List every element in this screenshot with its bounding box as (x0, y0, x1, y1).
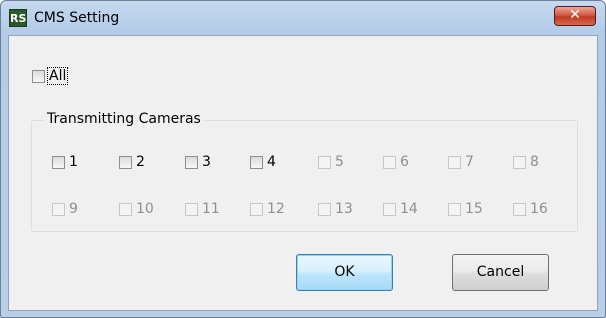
camera-9-checkbox: 9 (52, 201, 78, 217)
camera-7-checkbox: 7 (448, 154, 474, 170)
camera-label: 10 (136, 201, 154, 217)
camera-10-checkbox: 10 (119, 201, 154, 217)
camera-checkbox-box (185, 202, 198, 216)
all-checkbox-box[interactable] (32, 69, 45, 83)
camera-label: 13 (335, 201, 353, 217)
transmitting-cameras-group: Transmitting Cameras 1 2 3 4 5 6 7 8 9 1… (31, 111, 578, 232)
camera-8-checkbox: 8 (513, 154, 539, 170)
camera-5-checkbox: 5 (318, 154, 344, 170)
camera-checkbox-box (448, 202, 461, 216)
camera-checkbox-box[interactable] (250, 155, 263, 169)
camera-checkbox-box[interactable] (52, 155, 65, 169)
cms-setting-window: RS CMS Setting ✕ All Transmitting Camera… (0, 0, 606, 318)
camera-label: 4 (267, 154, 276, 170)
camera-label: 1 (69, 154, 78, 170)
camera-14-checkbox: 14 (383, 201, 418, 217)
camera-label: 11 (202, 201, 220, 217)
camera-checkbox-box (383, 155, 396, 169)
camera-4-checkbox[interactable]: 4 (250, 154, 276, 170)
camera-checkbox-box (52, 202, 65, 216)
camera-checkbox-box (383, 202, 396, 216)
all-checkbox-label[interactable]: All (47, 67, 69, 85)
camera-checkbox-box (513, 202, 526, 216)
camera-checkbox-box (119, 202, 132, 216)
camera-checkbox-box (448, 155, 461, 169)
camera-1-checkbox[interactable]: 1 (52, 154, 78, 170)
camera-6-checkbox: 6 (383, 154, 409, 170)
camera-label: 5 (335, 154, 344, 170)
camera-3-checkbox[interactable]: 3 (185, 154, 211, 170)
camera-checkbox-box (318, 202, 331, 216)
camera-label: 14 (400, 201, 418, 217)
camera-label: 3 (202, 154, 211, 170)
camera-checkbox-box[interactable] (185, 155, 198, 169)
camera-13-checkbox: 13 (318, 201, 353, 217)
camera-label: 7 (465, 154, 474, 170)
group-title: Transmitting Cameras (44, 111, 204, 127)
camera-11-checkbox: 11 (185, 201, 220, 217)
camera-16-checkbox: 16 (513, 201, 548, 217)
camera-label: 8 (530, 154, 539, 170)
camera-12-checkbox: 12 (250, 201, 285, 217)
window-title: CMS Setting (34, 10, 120, 26)
camera-label: 15 (465, 201, 483, 217)
camera-2-checkbox[interactable]: 2 (119, 154, 145, 170)
camera-label: 2 (136, 154, 145, 170)
camera-checkbox-box (250, 202, 263, 216)
camera-checkbox-box (318, 155, 331, 169)
camera-label: 16 (530, 201, 548, 217)
close-button[interactable]: ✕ (554, 6, 596, 26)
app-icon: RS (9, 9, 27, 27)
title-bar[interactable]: RS CMS Setting ✕ (1, 1, 605, 35)
cancel-button[interactable]: Cancel (452, 254, 549, 291)
all-checkbox[interactable]: All (32, 67, 69, 85)
camera-label: 12 (267, 201, 285, 217)
camera-15-checkbox: 15 (448, 201, 483, 217)
ok-button[interactable]: OK (296, 254, 393, 291)
camera-label: 9 (69, 201, 78, 217)
camera-checkbox-box[interactable] (119, 155, 132, 169)
camera-checkbox-box (513, 155, 526, 169)
dialog-client-area: All Transmitting Cameras 1 2 3 4 5 6 7 8… (8, 35, 598, 311)
camera-label: 6 (400, 154, 409, 170)
